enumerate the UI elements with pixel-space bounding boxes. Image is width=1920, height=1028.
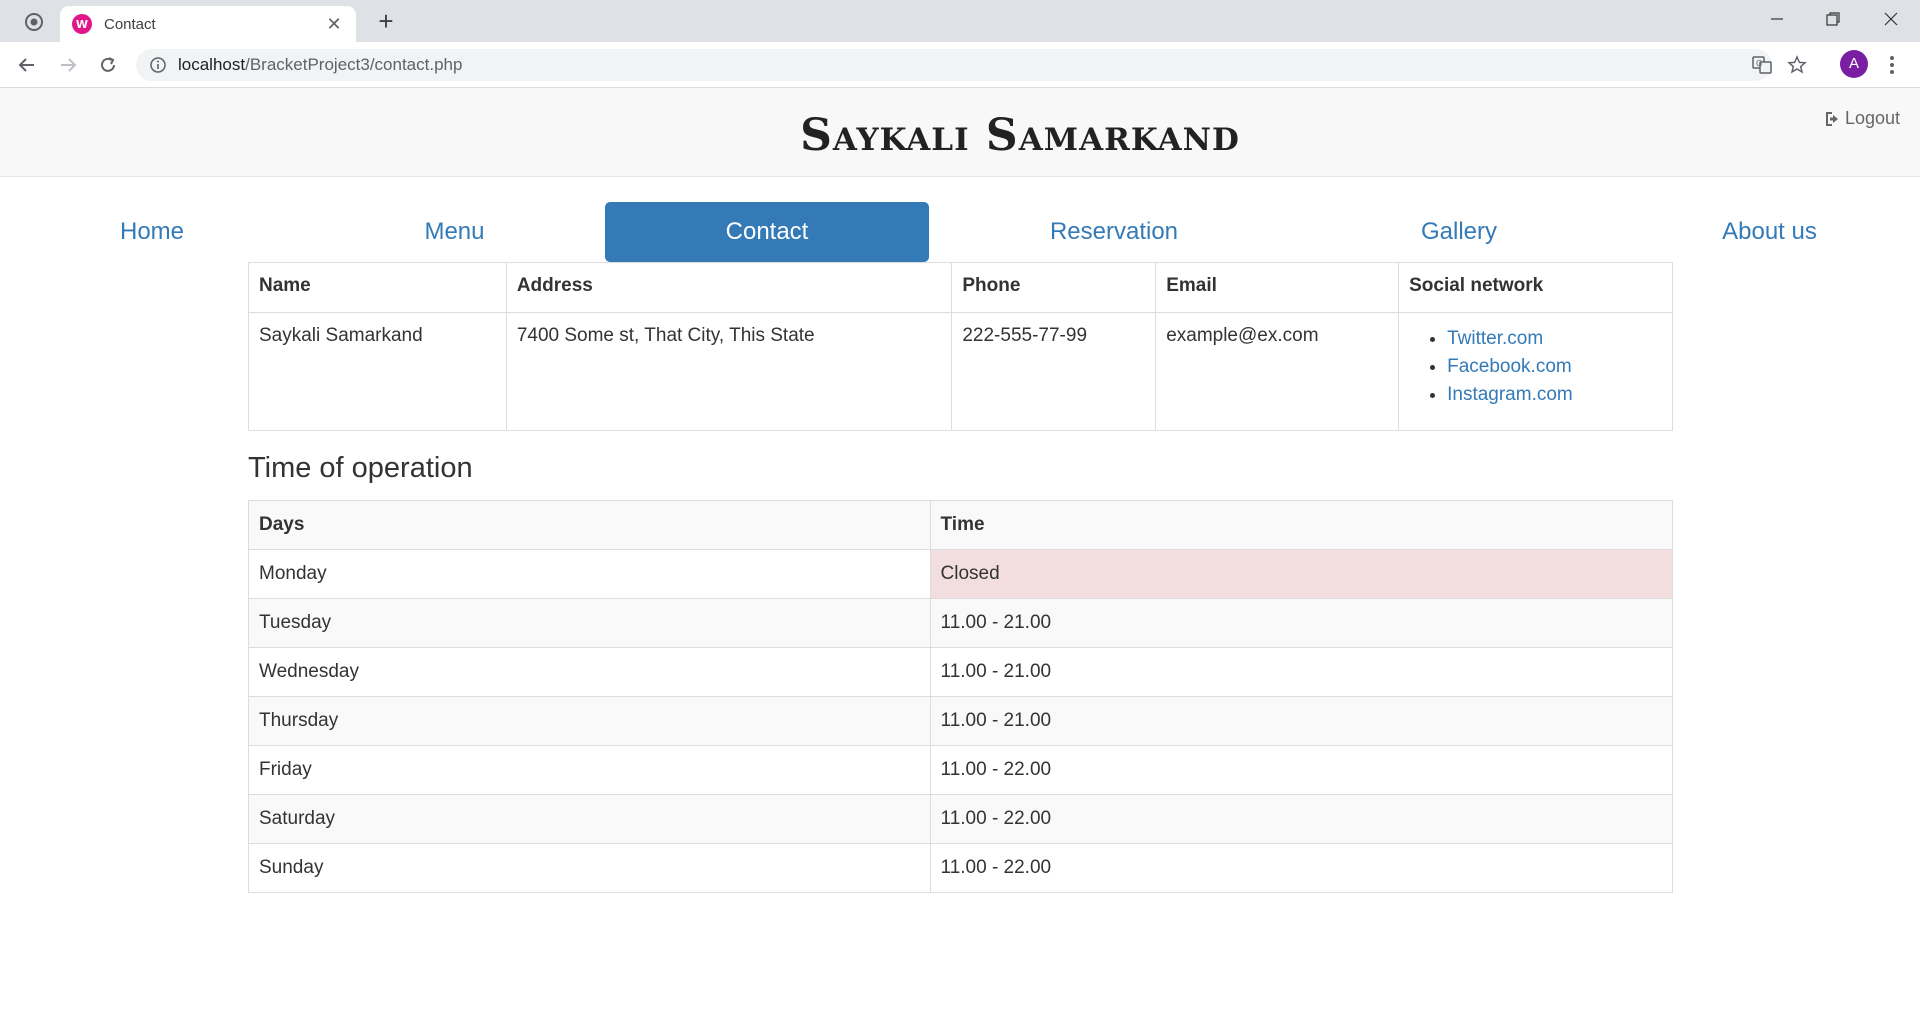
header-social-network: Social network xyxy=(1398,262,1673,313)
header-phone: Phone xyxy=(951,262,1157,313)
site-favicon-icon: W xyxy=(72,14,92,34)
profile-avatar[interactable]: A xyxy=(1840,50,1868,78)
contact-row: Saykali Samarkand 7400 Some st, That Cit… xyxy=(248,312,1673,431)
contact-header-row: Name Address Phone Email Social network xyxy=(248,262,1673,313)
url-host: localhost xyxy=(178,55,246,74)
browser-toolbar: localhost/BracketProject3/contact.php G … xyxy=(0,42,1920,88)
url-path: /BracketProject3/contact.php xyxy=(245,55,463,74)
hours-time: 11.00 - 22.00 xyxy=(929,745,1674,795)
hours-time: 11.00 - 22.00 xyxy=(929,843,1674,893)
nav-menu[interactable]: Menu xyxy=(304,202,605,262)
logout-icon xyxy=(1826,111,1838,126)
close-tab-icon[interactable]: ✕ xyxy=(324,14,344,35)
address-bar[interactable]: localhost/BracketProject3/contact.php G xyxy=(136,49,1807,81)
logout-label: Logout xyxy=(1845,108,1901,128)
contact-social-cell: Twitter.com Facebook.com Instagram.com xyxy=(1398,312,1673,431)
hours-time: 11.00 - 21.00 xyxy=(929,598,1674,648)
header-days: Days xyxy=(248,500,931,550)
header-address: Address xyxy=(505,262,953,313)
pinned-tab[interactable] xyxy=(16,9,52,35)
hours-row: Thursday 11.00 - 21.00 xyxy=(248,696,1674,746)
site-brand-title: Saykali Samarkand xyxy=(800,110,1240,161)
hours-day: Monday xyxy=(248,549,931,599)
hours-time: 11.00 - 21.00 xyxy=(929,696,1674,746)
pinned-tab-icon xyxy=(25,13,43,31)
tab-title: Contact xyxy=(104,15,156,33)
facebook-link[interactable]: Facebook.com xyxy=(1447,356,1572,377)
hours-row: Tuesday 11.00 - 21.00 xyxy=(248,598,1674,648)
forward-icon[interactable] xyxy=(54,51,82,79)
hours-row: Saturday 11.00 - 22.00 xyxy=(248,794,1674,844)
hours-row: Monday Closed xyxy=(248,549,1674,599)
hours-table: Days Time Monday Closed Tuesday 11.00 - … xyxy=(248,500,1674,893)
nav-gallery[interactable]: Gallery xyxy=(1299,202,1619,262)
hours-day: Tuesday xyxy=(248,598,931,648)
browser-tab-bar: W Contact ✕ + xyxy=(0,0,1920,42)
url-text: localhost/BracketProject3/contact.php xyxy=(178,49,462,81)
social-item: Twitter.com xyxy=(1447,325,1662,353)
reload-icon[interactable] xyxy=(94,51,122,79)
hours-row: Wednesday 11.00 - 21.00 xyxy=(248,647,1674,697)
instagram-link[interactable]: Instagram.com xyxy=(1447,384,1573,405)
social-links-list: Twitter.com Facebook.com Instagram.com xyxy=(1447,325,1662,409)
browser-tab-contact[interactable]: W Contact ✕ xyxy=(60,6,356,42)
minimize-window-icon[interactable] xyxy=(1757,4,1797,34)
header-name: Name xyxy=(248,262,507,313)
header-time: Time xyxy=(929,500,1674,550)
hours-day: Sunday xyxy=(248,843,931,893)
contact-email: example@ex.com xyxy=(1155,312,1400,431)
header-email: Email xyxy=(1155,262,1400,313)
hours-time: 11.00 - 22.00 xyxy=(929,794,1674,844)
close-window-icon[interactable] xyxy=(1871,4,1911,34)
hours-time-closed: Closed xyxy=(929,549,1674,599)
hours-day: Saturday xyxy=(248,794,931,844)
translate-icon[interactable]: G xyxy=(1751,54,1773,76)
logout-link[interactable]: Logout xyxy=(1824,108,1900,129)
hours-header-row: Days Time xyxy=(248,500,1674,550)
hours-day: Wednesday xyxy=(248,647,931,697)
contact-address: 7400 Some st, That City, This State xyxy=(505,312,953,431)
nav-reservation[interactable]: Reservation xyxy=(929,202,1299,262)
bookmark-star-icon[interactable] xyxy=(1786,54,1808,76)
nav-home[interactable]: Home xyxy=(0,202,304,262)
contact-name: Saykali Samarkand xyxy=(248,312,507,431)
browser-menu-icon[interactable] xyxy=(1882,51,1902,79)
hours-row: Friday 11.00 - 22.00 xyxy=(248,745,1674,795)
hours-day: Friday xyxy=(248,745,931,795)
social-item: Facebook.com xyxy=(1447,353,1662,381)
hours-section-title: Time of operation xyxy=(248,452,473,484)
hours-row: Sunday 11.00 - 22.00 xyxy=(248,843,1674,893)
new-tab-button[interactable]: + xyxy=(372,7,400,35)
hours-day: Thursday xyxy=(248,696,931,746)
social-item: Instagram.com xyxy=(1447,381,1662,409)
contact-table: Name Address Phone Email Social network … xyxy=(248,262,1673,431)
svg-text:G: G xyxy=(1756,59,1762,68)
site-info-icon[interactable] xyxy=(150,57,166,73)
restore-window-icon[interactable] xyxy=(1813,4,1853,34)
main-nav: Home Menu Contact Reservation Gallery Ab… xyxy=(0,202,1920,262)
hours-time: 11.00 - 21.00 xyxy=(929,647,1674,697)
nav-about-us[interactable]: About us xyxy=(1619,202,1920,262)
site-header: Saykali Samarkand Logout xyxy=(0,88,1920,177)
contact-phone: 222-555-77-99 xyxy=(951,312,1157,431)
nav-contact[interactable]: Contact xyxy=(605,202,929,262)
twitter-link[interactable]: Twitter.com xyxy=(1447,328,1543,349)
back-icon[interactable] xyxy=(13,51,41,79)
